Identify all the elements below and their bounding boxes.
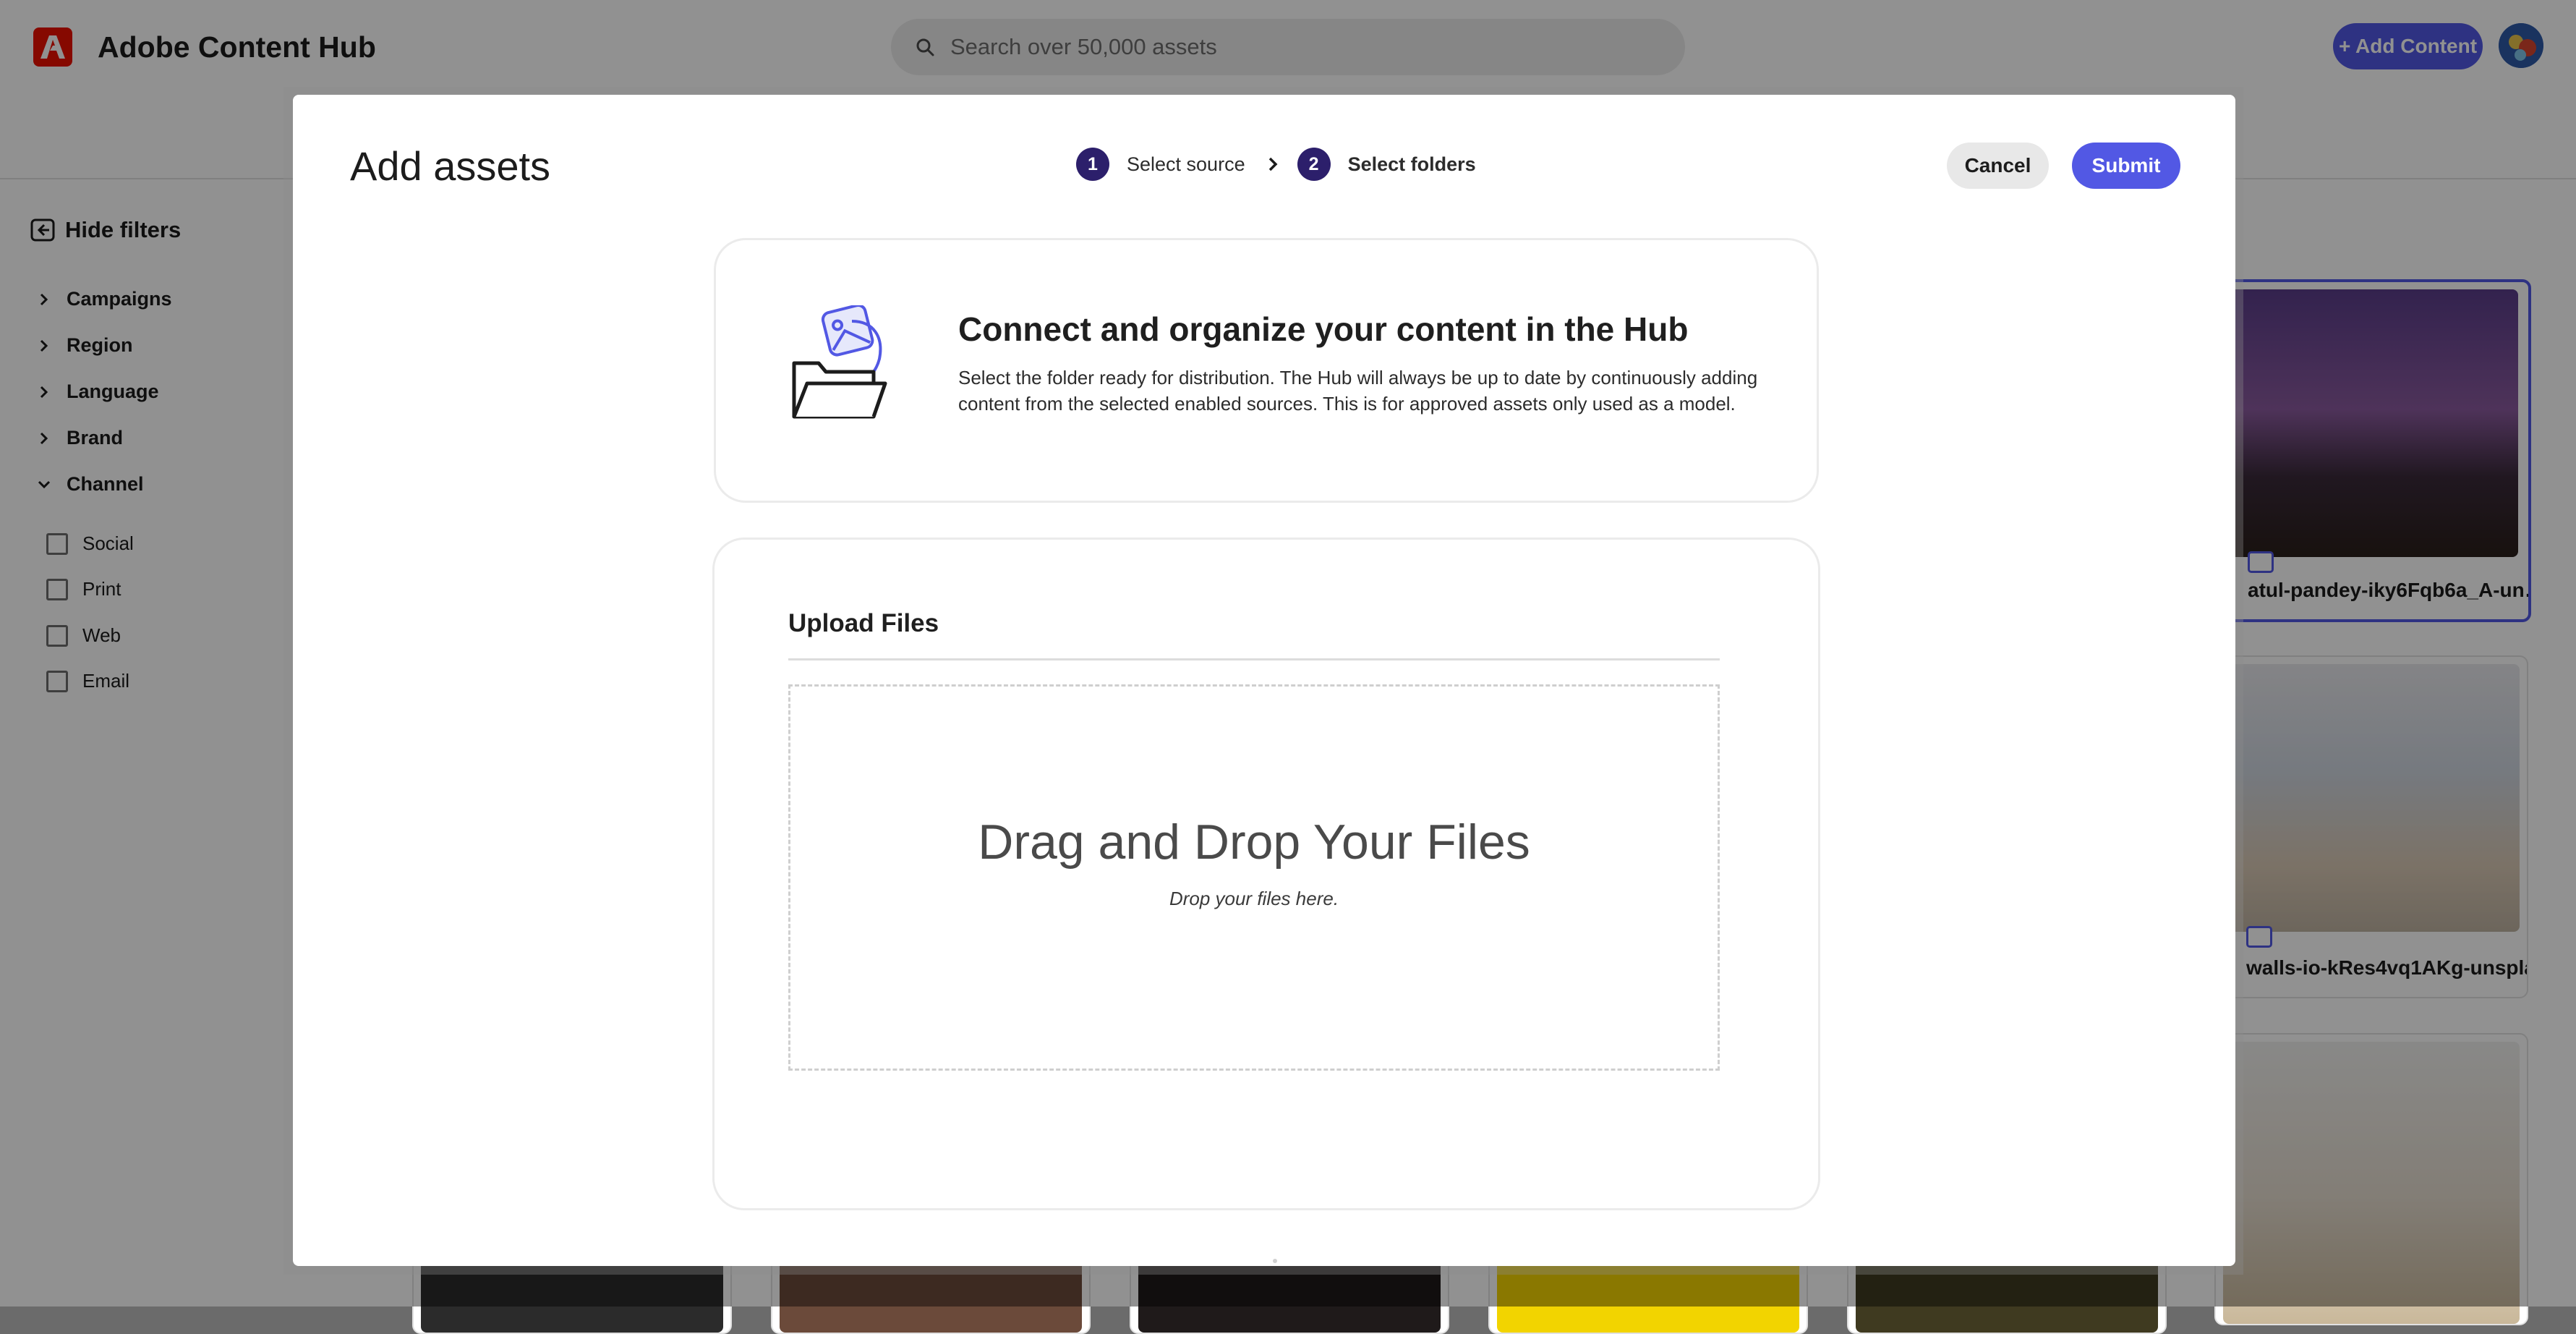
step-number[interactable]: 1 [1076, 148, 1109, 181]
cancel-button[interactable]: Cancel [1947, 143, 2049, 189]
dialog-title: Add assets [350, 143, 551, 189]
dropzone-subtitle: Drop your files here. [1169, 888, 1339, 909]
step-label[interactable]: Select source [1127, 153, 1245, 176]
divider [788, 658, 1720, 660]
folder-image-icon [788, 304, 890, 428]
upload-files-panel: Upload Files Drag and Drop Your Files Dr… [712, 538, 1820, 1263]
submit-button[interactable]: Submit [2072, 143, 2180, 189]
step-number[interactable]: 2 [1297, 148, 1331, 181]
info-card: Connect and organize your content in the… [714, 238, 1819, 503]
upload-title: Upload Files [788, 609, 939, 637]
file-dropzone[interactable]: Drag and Drop Your Files Drop your files… [788, 684, 1720, 1071]
info-description: Select the folder ready for distribution… [958, 367, 1758, 415]
stepper: 1 Select source 2 Select folders [1076, 148, 1476, 181]
step-label[interactable]: Select folders [1348, 153, 1476, 176]
info-title: Connect and organize your content in the… [958, 310, 1689, 348]
chevron-right-icon [1267, 156, 1279, 173]
pagination-dot [1273, 1259, 1277, 1263]
dropzone-title: Drag and Drop Your Files [978, 815, 1530, 870]
